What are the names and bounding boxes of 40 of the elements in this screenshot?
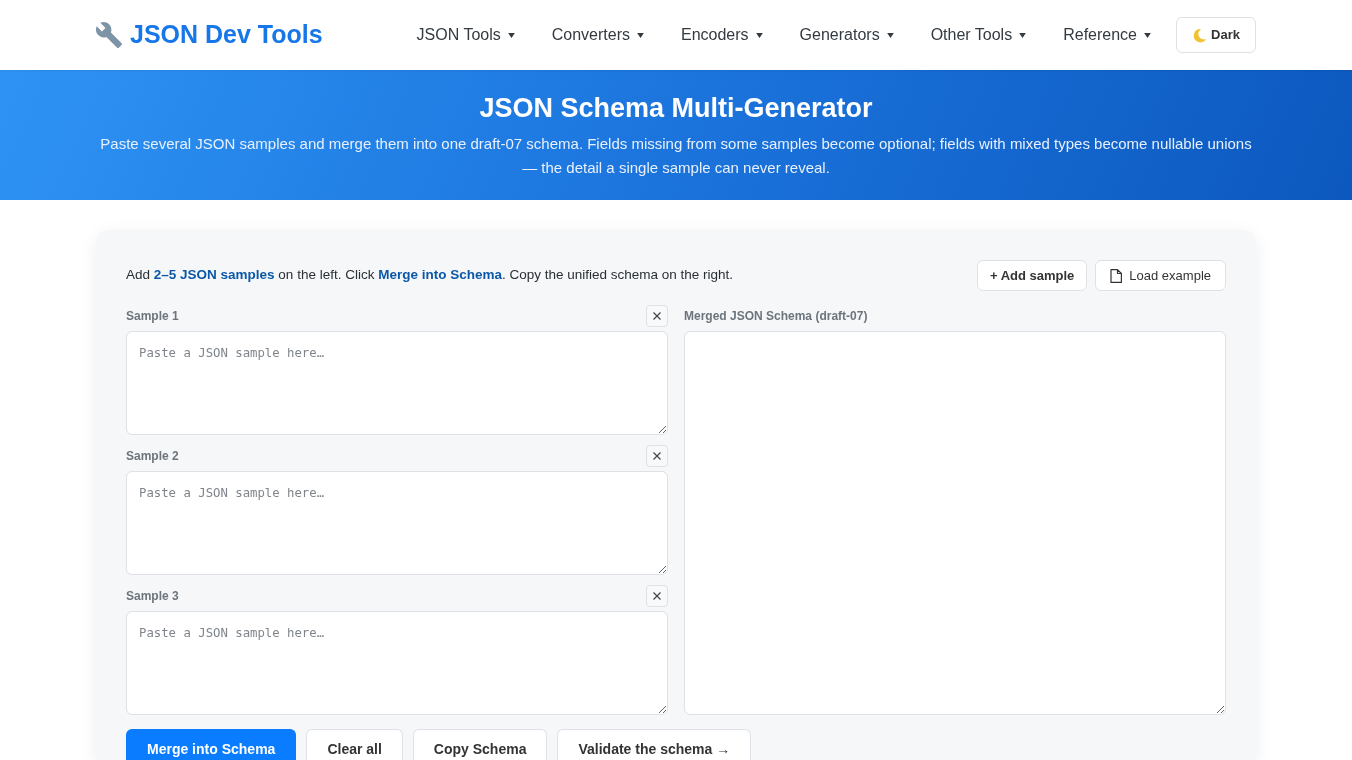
- nav-menu-link[interactable]: Reference: [1063, 23, 1151, 47]
- brand-logo-link[interactable]: JSON Dev Tools: [96, 16, 323, 54]
- sample-label: Sample 1: [126, 308, 179, 325]
- close-icon: [653, 312, 661, 320]
- sample-input-field[interactable]: Paste a JSON sample here…: [126, 611, 668, 715]
- sample-input-field[interactable]: Paste a JSON sample here…: [126, 331, 668, 435]
- caret-icon: [507, 32, 515, 38]
- sample-input-field[interactable]: Paste a JSON sample here…: [126, 471, 668, 575]
- remove-sample-button[interactable]: [646, 445, 668, 467]
- action-button[interactable]: Clear all: [306, 729, 403, 760]
- nav-menu-link[interactable]: Encoders: [681, 23, 763, 47]
- remove-sample-button[interactable]: [646, 585, 668, 607]
- nav-menu-link[interactable]: Generators: [799, 23, 894, 47]
- close-icon: [653, 452, 661, 460]
- merge-button[interactable]: Merge into Schema: [126, 729, 297, 760]
- page-description: Paste several JSON samples and merge them into one draft-07 schema. Fields missing from some samples become optional; fields with mixed types become nullable unions — the detail a single sample can never reveal.: [99, 134, 1253, 179]
- load-example-button[interactable]: Load example: [1095, 260, 1226, 291]
- instructions-text: Add 2–5 JSON samples on the left. Click Merge into Schema. Copy the unified schema on the right.: [126, 266, 734, 285]
- caret-icon: [637, 32, 644, 38]
- remove-sample-button[interactable]: [646, 305, 668, 327]
- moon-icon: [1192, 27, 1208, 43]
- close-icon: [653, 592, 661, 600]
- add-sample-button[interactable]: + Add sample: [976, 260, 1088, 291]
- nav-menu-link[interactable]: Converters: [551, 23, 644, 47]
- caret-icon: [1019, 32, 1027, 38]
- file-icon: [1110, 268, 1123, 283]
- caret-icon: [886, 32, 894, 38]
- sample-label: Sample 3: [126, 588, 179, 605]
- schema-output-field[interactable]: [684, 331, 1226, 715]
- action-button[interactable]: Validate the schema →: [557, 729, 752, 760]
- page-title: JSON Schema Multi-Generator: [478, 92, 874, 125]
- caret-icon: [755, 32, 763, 38]
- sample-label: Sample 2: [126, 448, 179, 465]
- action-button[interactable]: Copy Schema: [412, 729, 548, 760]
- nav-menu-link[interactable]: Other Tools: [930, 23, 1027, 47]
- nav-menu-link[interactable]: JSON Tools: [416, 23, 515, 47]
- dark-mode-button[interactable]: Dark: [1176, 17, 1256, 53]
- output-label: Merged JSON Schema (draft-07): [684, 308, 868, 325]
- wrench-icon: [96, 22, 122, 48]
- caret-icon: [1144, 32, 1151, 38]
